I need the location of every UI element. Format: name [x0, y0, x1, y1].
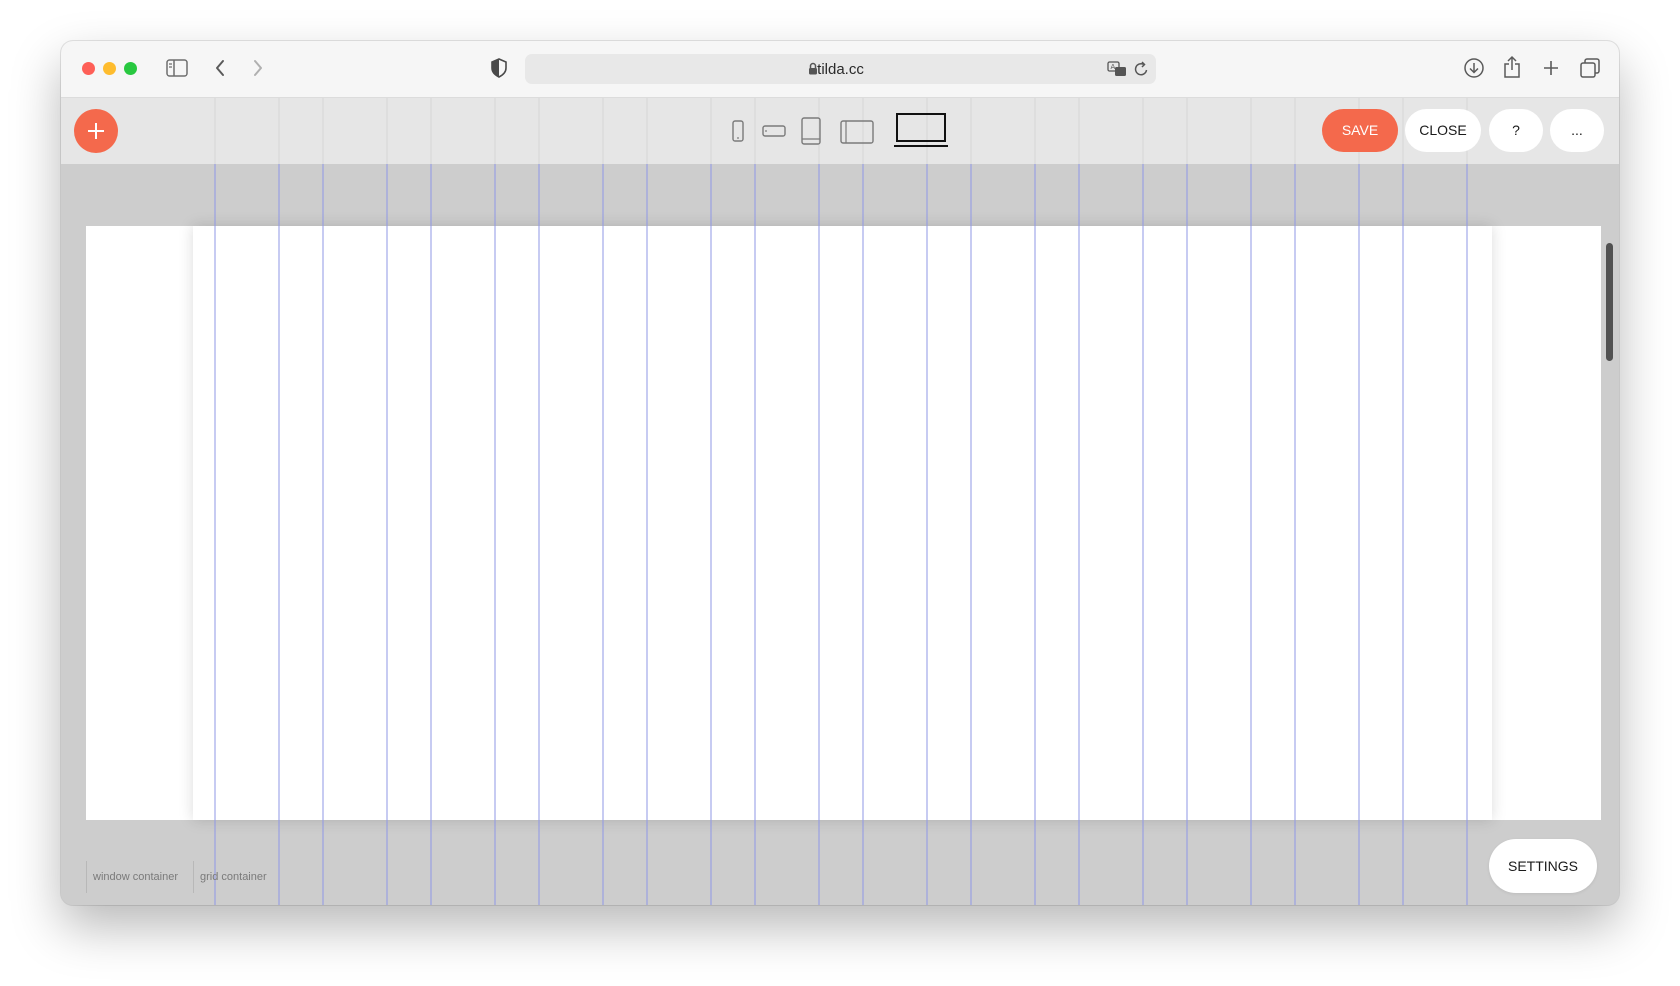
address-bar[interactable]: tilda.cc A: [525, 54, 1156, 84]
translate-icon[interactable]: A: [1107, 61, 1127, 82]
close-window-button[interactable]: [82, 62, 95, 75]
minimize-window-button[interactable]: [103, 62, 116, 75]
add-element-button[interactable]: [74, 109, 118, 153]
new-tab-icon[interactable]: [1542, 59, 1560, 82]
phone-portrait-icon[interactable]: [731, 120, 745, 147]
editor-toolbar: SAVE CLOSE ? ...: [61, 98, 1619, 164]
save-button[interactable]: SAVE: [1322, 109, 1398, 152]
editor-canvas[interactable]: window container grid container SETTINGS: [61, 164, 1619, 905]
reload-icon[interactable]: [1134, 61, 1149, 82]
phone-landscape-icon[interactable]: [762, 124, 786, 143]
zoom-window-button[interactable]: [124, 62, 137, 75]
close-button[interactable]: CLOSE: [1405, 109, 1481, 152]
shield-icon[interactable]: [491, 58, 507, 83]
desktop-icon[interactable]: [894, 112, 948, 153]
tablet-portrait-icon[interactable]: [801, 117, 821, 150]
forward-icon[interactable]: [252, 59, 264, 82]
window-container-label[interactable]: window container: [86, 861, 178, 893]
browser-toolbar: tilda.cc A: [61, 41, 1619, 98]
svg-text:A: A: [1111, 63, 1116, 71]
more-button[interactable]: ...: [1550, 109, 1604, 152]
share-icon[interactable]: [1503, 55, 1521, 84]
settings-button[interactable]: SETTINGS: [1489, 839, 1597, 893]
vertical-scrollbar[interactable]: [1606, 243, 1613, 361]
back-icon[interactable]: [214, 59, 226, 82]
browser-window: tilda.cc A SAVE CLOSE ? ... window conta…: [61, 41, 1619, 905]
help-button[interactable]: ?: [1489, 109, 1543, 152]
tab-overview-icon[interactable]: [1580, 58, 1600, 83]
grid-container-label[interactable]: grid container: [193, 861, 267, 893]
tablet-landscape-icon[interactable]: [840, 120, 874, 149]
download-icon[interactable]: [1463, 57, 1485, 84]
url-text: tilda.cc: [817, 61, 864, 78]
sidebar-icon[interactable]: [166, 59, 188, 82]
grid-container[interactable]: [193, 226, 1492, 820]
